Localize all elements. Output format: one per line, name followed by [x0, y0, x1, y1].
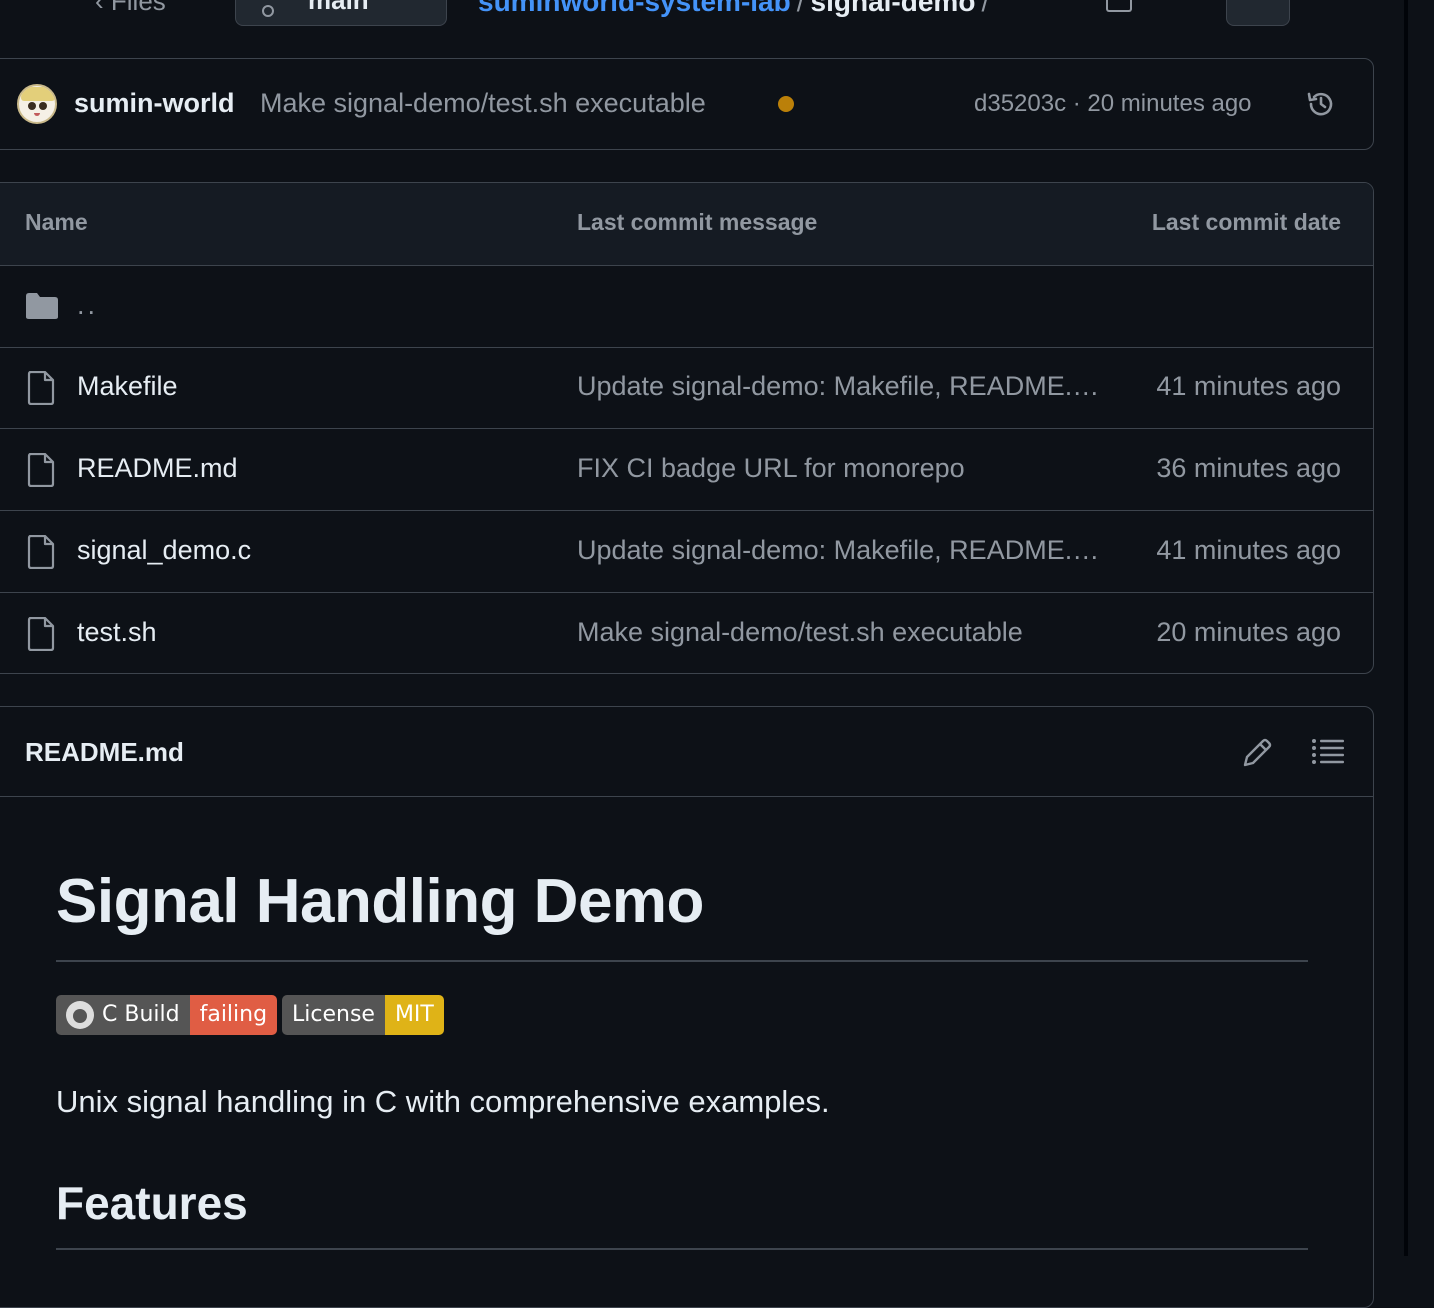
github-logo-icon — [66, 1001, 94, 1029]
file-icon — [27, 453, 55, 487]
commit-message-link[interactable]: Make signal-demo/test.sh executable — [260, 88, 706, 119]
parent-directory-row[interactable]: .. — [0, 266, 1373, 348]
files-label: Files — [110, 0, 166, 16]
ci-build-badge[interactable]: C Build failing — [56, 995, 278, 1035]
file-table: Name Last commit message Last commit dat… — [0, 182, 1374, 674]
table-row[interactable]: signal_demo.c Update signal-demo: Makefi… — [0, 511, 1373, 593]
file-commit-message-link[interactable]: Update signal-demo: Makefile, README.md,… — [577, 535, 1102, 566]
breadcrumb-repo-link[interactable]: suminworld-system-lab — [478, 0, 791, 17]
pencil-icon[interactable] — [1239, 735, 1275, 771]
column-header-date: Last commit date — [1151, 209, 1341, 235]
file-commit-date: 41 minutes ago — [1156, 371, 1341, 401]
file-commit-message-link[interactable]: FIX CI badge URL for monorepo — [577, 453, 965, 484]
repo-header-bar: ‹ Files main suminworld-system-lab / signa… — [0, 0, 1400, 30]
folder-icon — [26, 293, 58, 319]
breadcrumb-separator: / — [796, 0, 805, 17]
files-back-link[interactable]: ‹ Files — [95, 0, 166, 17]
commit-author-link[interactable]: sumin-world — [74, 88, 235, 119]
license-badge[interactable]: License MIT — [282, 995, 444, 1035]
history-icon[interactable] — [1305, 88, 1337, 120]
scrollbar-track[interactable] — [1408, 0, 1434, 1256]
file-name-link[interactable]: Makefile — [77, 371, 178, 402]
heading-divider — [56, 960, 1308, 962]
readme-description: Unix signal handling in C with comprehen… — [56, 1084, 830, 1119]
ci-badge-label: C Build — [102, 1002, 180, 1027]
license-badge-value: MIT — [384, 995, 444, 1035]
file-commit-message-link[interactable]: Update signal-demo: Makefile, README.md,… — [577, 371, 1102, 402]
readme-title[interactable]: README.md — [25, 737, 184, 768]
file-commit-date: 36 minutes ago — [1156, 453, 1341, 483]
commit-hash-and-time[interactable]: d35203c · 20 minutes ago — [974, 90, 1252, 118]
commit-status-dot[interactable] — [778, 96, 794, 112]
file-icon — [27, 535, 55, 569]
column-header-message: Last commit message — [577, 209, 818, 235]
avatar[interactable] — [17, 84, 57, 124]
breadcrumb: suminworld-system-lab / signal-demo / — [478, 0, 995, 18]
file-name-link[interactable]: test.sh — [77, 617, 157, 648]
file-commit-date: 41 minutes ago — [1156, 535, 1341, 565]
file-name-link[interactable]: signal_demo.c — [77, 535, 251, 566]
column-header-name: Name — [25, 209, 88, 235]
ci-badge-value: failing — [189, 995, 278, 1035]
more-options-button[interactable] — [1226, 0, 1290, 26]
table-header: Name Last commit message Last commit dat… — [0, 183, 1373, 266]
file-commit-date: 20 minutes ago — [1156, 617, 1341, 647]
table-row[interactable]: README.md FIX CI badge URL for monorepo … — [0, 429, 1373, 511]
table-row[interactable]: test.sh Make signal-demo/test.sh executa… — [0, 593, 1373, 673]
branch-selector-button[interactable]: main — [235, 0, 447, 26]
license-badge-label: License — [282, 995, 385, 1035]
file-icon — [27, 371, 55, 405]
table-of-contents-icon[interactable] — [1311, 737, 1345, 767]
readme-heading-1: Signal Handling Demo — [56, 867, 704, 936]
file-icon — [27, 617, 55, 651]
git-branch-icon — [262, 5, 274, 17]
heading-divider — [56, 1248, 1308, 1250]
breadcrumb-trailing-separator: / — [981, 0, 990, 17]
readme-heading-features: Features — [56, 1177, 248, 1229]
breadcrumb-current-dir: signal-demo — [810, 0, 976, 17]
table-row[interactable]: Makefile Update signal-demo: Makefile, R… — [0, 347, 1373, 429]
file-commit-message-link[interactable]: Make signal-demo/test.sh executable — [577, 617, 1023, 648]
copy-path-icon[interactable] — [1106, 0, 1132, 12]
readme-header: README.md — [0, 707, 1373, 797]
file-name-link[interactable]: README.md — [77, 453, 238, 484]
parent-directory-link[interactable]: .. — [77, 290, 98, 321]
branch-label: main — [308, 0, 369, 15]
